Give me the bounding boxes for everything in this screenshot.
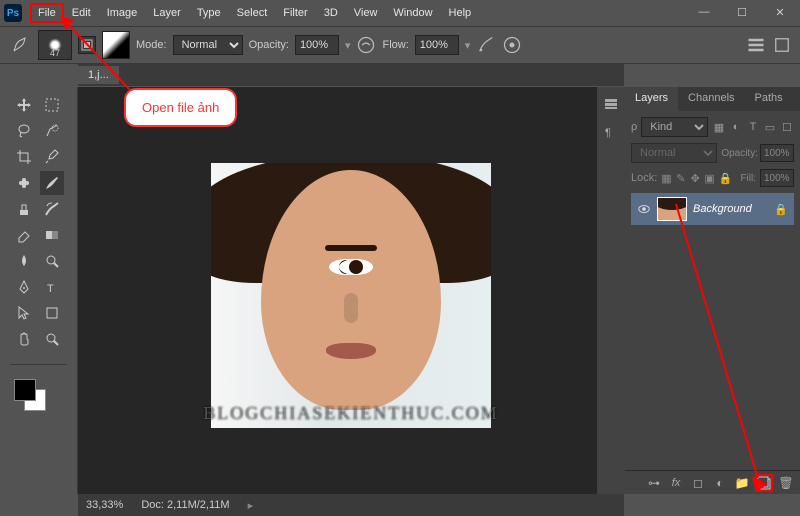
- menu-3d[interactable]: 3D: [316, 3, 346, 23]
- color-swatches[interactable]: [14, 379, 46, 411]
- lock-paint-icon[interactable]: ✎: [676, 171, 686, 185]
- flow-input[interactable]: [415, 35, 459, 55]
- layer-filter-select[interactable]: Kind: [641, 117, 708, 137]
- adjustment-layer-icon[interactable]: ◐: [712, 475, 728, 491]
- tab-channels[interactable]: Channels: [678, 87, 744, 111]
- filter-adjust-icon[interactable]: ◐: [729, 120, 743, 134]
- flow-label: Flow:: [382, 39, 408, 51]
- mode-label: Mode:: [136, 39, 167, 51]
- layer-name-label[interactable]: Background: [693, 203, 768, 215]
- visibility-toggle-icon[interactable]: [637, 202, 651, 216]
- delete-layer-icon[interactable]: 🗑: [778, 475, 794, 491]
- menu-file[interactable]: File: [30, 3, 64, 23]
- search-icon: ρ: [631, 121, 637, 133]
- pressure-opacity-icon[interactable]: [356, 35, 376, 55]
- brush-size-label: 47: [50, 48, 60, 58]
- group-icon[interactable]: 📁: [734, 475, 750, 491]
- airbrush-icon[interactable]: [476, 35, 496, 55]
- menu-layer[interactable]: Layer: [145, 3, 189, 23]
- dodge-tool[interactable]: [40, 249, 64, 273]
- tab-paths[interactable]: Paths: [745, 87, 793, 111]
- shape-tool[interactable]: [40, 301, 64, 325]
- blur-tool[interactable]: [12, 249, 36, 273]
- path-select-tool[interactable]: [12, 301, 36, 325]
- layer-mask-icon[interactable]: ◻: [690, 475, 706, 491]
- layer-row-background[interactable]: Background 🔒: [631, 193, 794, 225]
- current-tool-icon[interactable]: [8, 33, 32, 57]
- zoom-level-label[interactable]: 33,33%: [86, 499, 123, 511]
- filter-pixel-icon[interactable]: ▦: [712, 120, 726, 134]
- zoom-tool[interactable]: [40, 327, 64, 351]
- window-close-button[interactable]: ✕: [766, 4, 794, 20]
- brush-tool[interactable]: [40, 171, 64, 195]
- layer-opacity-label: Opacity:: [721, 148, 758, 159]
- right-dock: ¶ Layers Channels Paths ρ Kind ▦ ◐ T ▭ ☐…: [624, 87, 800, 494]
- crop-tool[interactable]: [12, 145, 36, 169]
- layer-opacity-input[interactable]: [760, 144, 794, 162]
- collapsed-panel-icon-2[interactable]: ¶: [600, 121, 622, 143]
- foreground-color-swatch[interactable]: [14, 379, 36, 401]
- pressure-size-icon[interactable]: [502, 35, 522, 55]
- opacity-label: Opacity:: [249, 39, 289, 51]
- menu-help[interactable]: Help: [441, 3, 480, 23]
- brush-tip-icon[interactable]: [102, 31, 130, 59]
- window-minimize-button[interactable]: —: [690, 4, 718, 20]
- menu-edit[interactable]: Edit: [64, 3, 99, 23]
- brush-preset-picker[interactable]: 47: [38, 30, 72, 60]
- window-maximize-button[interactable]: ☐: [728, 4, 756, 20]
- document-canvas[interactable]: [211, 163, 491, 428]
- layer-thumbnail[interactable]: [657, 197, 687, 221]
- menu-view[interactable]: View: [346, 3, 386, 23]
- tools-panel: T: [0, 87, 78, 494]
- watermark-text: BLOGCHIASEKIENTHUC.COM: [203, 403, 499, 424]
- quick-select-tool[interactable]: [40, 119, 64, 143]
- lock-label: Lock:: [631, 172, 657, 184]
- tab-layers[interactable]: Layers: [625, 87, 678, 111]
- eraser-tool[interactable]: [12, 223, 36, 247]
- menu-image[interactable]: Image: [99, 3, 146, 23]
- filter-shape-icon[interactable]: ▭: [763, 120, 777, 134]
- type-tool[interactable]: T: [40, 275, 64, 299]
- menu-select[interactable]: Select: [229, 3, 276, 23]
- clone-stamp-tool[interactable]: [12, 197, 36, 221]
- move-tool[interactable]: [12, 93, 36, 117]
- blend-mode-select[interactable]: Normal: [173, 35, 243, 55]
- layer-style-icon[interactable]: fx: [668, 475, 684, 491]
- spot-heal-tool[interactable]: [12, 171, 36, 195]
- doc-info-label[interactable]: Doc: 2,11M/2,11M: [141, 499, 229, 511]
- gradient-tool[interactable]: [40, 223, 64, 247]
- pen-tool[interactable]: [12, 275, 36, 299]
- collapsed-panel-icon-1[interactable]: [600, 93, 622, 115]
- canvas-area[interactable]: BLOGCHIASEKIENTHUC.COM: [78, 87, 624, 494]
- menu-filter[interactable]: Filter: [275, 3, 315, 23]
- marquee-tool[interactable]: [40, 93, 64, 117]
- layer-blend-select[interactable]: Normal: [631, 143, 717, 163]
- menu-type[interactable]: Type: [189, 3, 229, 23]
- hand-tool[interactable]: [12, 327, 36, 351]
- app-logo: Ps: [4, 4, 22, 22]
- lock-position-icon[interactable]: ✥: [690, 171, 700, 185]
- new-layer-icon[interactable]: [756, 475, 772, 491]
- 3d-mode-icon[interactable]: [772, 35, 792, 55]
- align-icon[interactable]: [746, 35, 766, 55]
- svg-text:¶: ¶: [605, 127, 611, 139]
- lock-all-icon[interactable]: 🔒: [719, 171, 733, 185]
- eyedropper-tool[interactable]: [40, 145, 64, 169]
- menu-window[interactable]: Window: [385, 3, 440, 23]
- toggle-brush-panel-button[interactable]: [78, 36, 96, 54]
- lock-icon: 🔒: [774, 203, 788, 216]
- svg-text:T: T: [47, 283, 54, 295]
- annotation-callout: Open file ảnh: [124, 88, 237, 127]
- link-layers-icon[interactable]: ⊶: [646, 475, 662, 491]
- filter-type-icon[interactable]: T: [746, 120, 760, 134]
- filter-smart-icon[interactable]: ☐: [780, 120, 794, 134]
- document-tab[interactable]: 1,j...: [78, 66, 119, 84]
- fill-label: Fill:: [740, 173, 756, 184]
- opacity-input[interactable]: [295, 35, 339, 55]
- lasso-tool[interactable]: [12, 119, 36, 143]
- history-brush-tool[interactable]: [40, 197, 64, 221]
- fill-input[interactable]: [760, 169, 794, 187]
- lock-pixels-icon[interactable]: ▦: [661, 171, 671, 185]
- lock-artboard-icon[interactable]: ▣: [704, 171, 714, 185]
